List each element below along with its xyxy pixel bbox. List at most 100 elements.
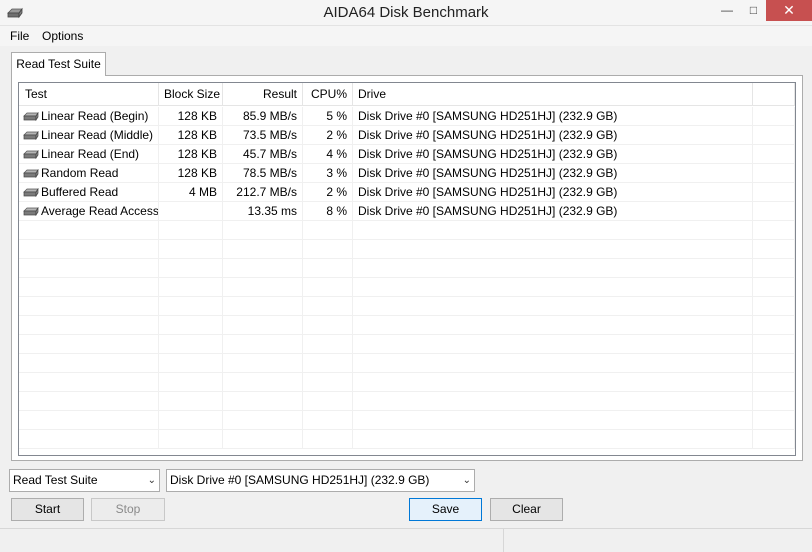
cell-cpu: [303, 430, 353, 449]
column-header-drive[interactable]: Drive: [353, 83, 753, 106]
drive-select[interactable]: Disk Drive #0 [SAMSUNG HD251HJ] (232.9 G…: [166, 469, 475, 492]
test-name: Linear Read (End): [41, 147, 140, 161]
menu-options[interactable]: Options: [42, 29, 83, 43]
cell-test: Buffered Read: [19, 183, 159, 202]
cell-test: Random Read: [19, 164, 159, 183]
cell-cpu: [303, 335, 353, 354]
cell-result: [223, 240, 303, 259]
cell-empty: [753, 373, 795, 392]
hard-disk-icon: [23, 207, 39, 217]
stop-button[interactable]: Stop: [91, 498, 165, 521]
cell-test: [19, 411, 159, 430]
test-name: Buffered Read: [41, 185, 119, 199]
cell-empty: [753, 240, 795, 259]
status-pane-left: [0, 529, 504, 552]
cell-test: [19, 240, 159, 259]
cell-drive: [353, 392, 753, 411]
cell-drive: [353, 411, 753, 430]
table-row[interactable]: Random Read 128 KB 78.5 MB/s 3 % Disk Drive …: [19, 164, 795, 183]
cell-block-size: [159, 316, 223, 335]
cell-drive: [353, 430, 753, 449]
cell-empty: [753, 316, 795, 335]
cell-test: [19, 354, 159, 373]
cell-drive: [353, 297, 753, 316]
cell-test: [19, 335, 159, 354]
column-header-test[interactable]: Test: [19, 83, 159, 106]
cell-block-size: [159, 278, 223, 297]
cell-test: Linear Read (Begin): [19, 107, 159, 126]
menu-file[interactable]: File: [10, 29, 29, 43]
cell-block-size: [159, 430, 223, 449]
cell-block-size: 4 MB: [159, 183, 223, 202]
table-row[interactable]: Linear Read (Begin) 128 KB 85.9 MB/s 5 % Dis…: [19, 107, 795, 126]
table-row[interactable]: Linear Read (End) 128 KB 45.7 MB/s 4 % Disk …: [19, 145, 795, 164]
suite-select[interactable]: Read Test Suite ⌄: [9, 469, 160, 492]
clear-button[interactable]: Clear: [490, 498, 563, 521]
cell-empty: [753, 297, 795, 316]
cell-empty: [753, 392, 795, 411]
table-row: [19, 335, 795, 354]
tab-read-test-suite[interactable]: Read Test Suite: [11, 52, 106, 76]
chevron-down-icon: ⌄: [462, 475, 471, 486]
table-row: [19, 316, 795, 335]
cell-block-size: 128 KB: [159, 145, 223, 164]
cell-block-size: 128 KB: [159, 126, 223, 145]
maximize-icon[interactable]: □: [741, 0, 766, 21]
results-table[interactable]: Test Block Size Result CPU% Drive Linear…: [18, 82, 796, 456]
column-header-cpu[interactable]: CPU%: [303, 83, 353, 106]
cell-test: Linear Read (Middle): [19, 126, 159, 145]
cell-empty: [753, 259, 795, 278]
cell-empty: [753, 335, 795, 354]
column-header-empty[interactable]: [753, 83, 795, 106]
cell-block-size: [159, 354, 223, 373]
column-header-result[interactable]: Result: [223, 83, 303, 106]
table-row[interactable]: Linear Read (Middle) 128 KB 73.5 MB/s 2 % Di…: [19, 126, 795, 145]
cell-cpu: [303, 240, 353, 259]
table-row[interactable]: Average Read Access 13.35 ms 8 % Disk Drive…: [19, 202, 795, 221]
table-row: [19, 240, 795, 259]
cell-cpu: [303, 221, 353, 240]
minimize-icon[interactable]: —: [713, 0, 741, 21]
table-row[interactable]: Buffered Read 4 MB 212.7 MB/s 2 % Disk Drive…: [19, 183, 795, 202]
cell-result: 212.7 MB/s: [223, 183, 303, 202]
table-row: [19, 354, 795, 373]
save-button[interactable]: Save: [409, 498, 482, 521]
start-button[interactable]: Start: [11, 498, 84, 521]
cell-block-size: [159, 392, 223, 411]
cell-cpu: [303, 392, 353, 411]
column-header-block-size[interactable]: Block Size: [159, 83, 223, 106]
test-name: Random Read: [41, 166, 119, 180]
cell-result: 78.5 MB/s: [223, 164, 303, 183]
cell-cpu: [303, 259, 353, 278]
cell-empty: [753, 221, 795, 240]
table-row: [19, 411, 795, 430]
cell-cpu: 3 %: [303, 164, 353, 183]
window-title: AIDA64 Disk Benchmark: [323, 4, 489, 21]
cell-empty: [753, 354, 795, 373]
cell-cpu: 2 %: [303, 126, 353, 145]
cell-test: [19, 316, 159, 335]
cell-empty: [753, 411, 795, 430]
cell-result: 13.35 ms: [223, 202, 303, 221]
cell-drive: [353, 335, 753, 354]
cell-result: 73.5 MB/s: [223, 126, 303, 145]
cell-cpu: [303, 373, 353, 392]
cell-result: [223, 354, 303, 373]
cell-drive: Disk Drive #0 [SAMSUNG HD251HJ] (232.9 G…: [353, 126, 753, 145]
cell-result: 85.9 MB/s: [223, 107, 303, 126]
cell-empty: [753, 430, 795, 449]
cell-drive: Disk Drive #0 [SAMSUNG HD251HJ] (232.9 G…: [353, 183, 753, 202]
cell-drive: [353, 354, 753, 373]
cell-result: [223, 411, 303, 430]
cell-result: [223, 335, 303, 354]
cell-block-size: [159, 202, 223, 221]
chevron-down-icon: ⌄: [147, 475, 156, 486]
title-bar: AIDA64 Disk Benchmark — □ ✕: [0, 0, 812, 26]
close-icon[interactable]: ✕: [766, 0, 812, 21]
cell-result: [223, 392, 303, 411]
table-row: [19, 259, 795, 278]
cell-empty: [753, 183, 795, 202]
cell-cpu: [303, 278, 353, 297]
cell-drive: [353, 259, 753, 278]
cell-result: [223, 373, 303, 392]
